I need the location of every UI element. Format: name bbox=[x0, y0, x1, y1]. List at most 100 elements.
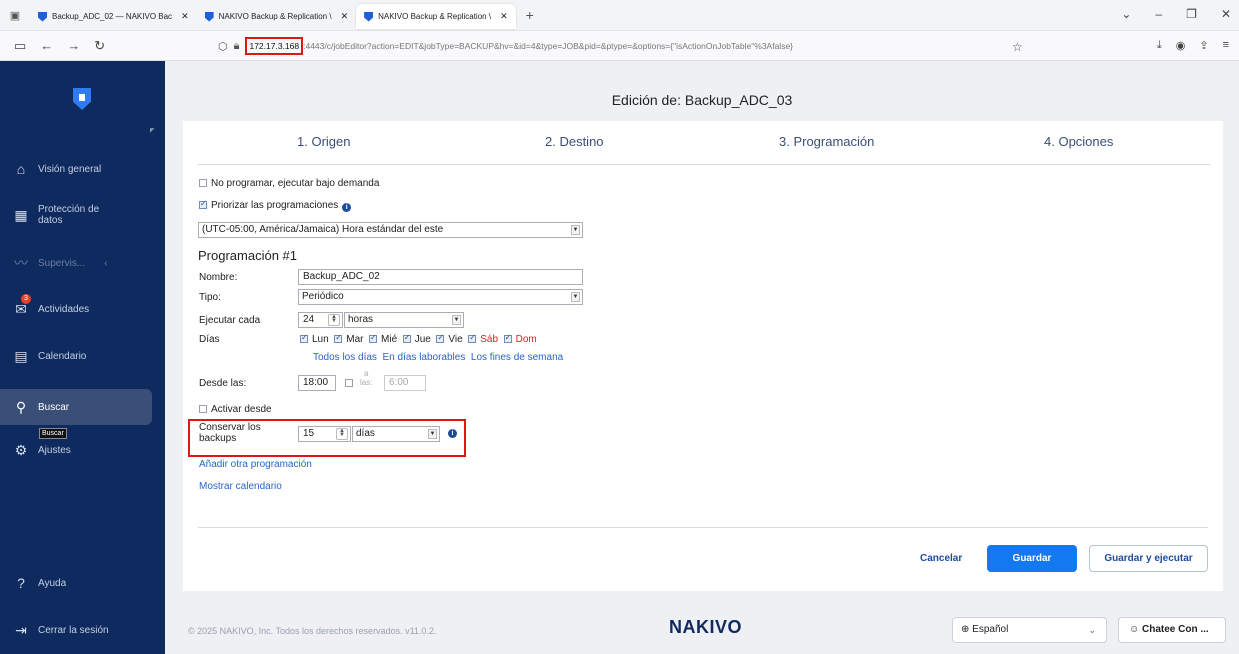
day-option-mon[interactable]: Lun bbox=[300, 333, 329, 345]
chevron-down-icon: ⌄ bbox=[1088, 625, 1096, 635]
lock-icon[interactable]: 🔒︎ bbox=[234, 40, 240, 53]
cancel-button[interactable]: Cancelar bbox=[920, 553, 962, 564]
day-checkbox[interactable] bbox=[468, 333, 477, 343]
extensions-icon[interactable]: ⇪ bbox=[1199, 39, 1208, 52]
page-title: Edición de: Backup_ADC_03 bbox=[611, 92, 793, 108]
stepper-arrows-icon[interactable]: ▲ ▼ bbox=[328, 314, 340, 326]
url-host: 172.17.3.168 bbox=[245, 37, 304, 55]
to-time-checkbox[interactable] bbox=[345, 379, 353, 387]
language-select[interactable]: ⊕ Español ⌄ bbox=[952, 617, 1107, 643]
address-bar[interactable]: ⬡ 🔒︎ 172.17.3.168 :4443/c/jobEditor?acti… bbox=[218, 35, 1018, 57]
no-schedule-option[interactable]: No programar, ejecutar bajo demanda bbox=[199, 178, 379, 189]
close-icon[interactable]: ✕ bbox=[341, 11, 349, 22]
day-option-thu[interactable]: Jue bbox=[402, 333, 431, 345]
sidebar-item-label: Actividades bbox=[38, 303, 90, 315]
sidebar-item-overview[interactable]: ⌂ Visión general bbox=[0, 154, 152, 184]
step-source[interactable]: 1. Origen bbox=[297, 134, 350, 149]
close-icon[interactable]: ✕ bbox=[500, 11, 508, 22]
workdays-link[interactable]: En días laborables bbox=[383, 352, 466, 363]
from-time-field[interactable]: 18:00 bbox=[298, 375, 336, 391]
close-window-icon[interactable]: ✕ bbox=[1221, 7, 1231, 21]
schedule-name-field[interactable]: Backup_ADC_02 bbox=[298, 269, 583, 285]
info-icon[interactable]: i bbox=[342, 203, 352, 212]
day-checkbox[interactable] bbox=[300, 333, 308, 343]
chevron-down-icon[interactable]: ⌄ bbox=[1121, 7, 1131, 21]
day-checkbox[interactable] bbox=[436, 333, 445, 343]
sidebar-item-calendar[interactable]: ▤ Calendario bbox=[0, 341, 152, 371]
weekends-link[interactable]: Los fines de semana bbox=[471, 352, 563, 363]
sidebar-item-settings[interactable]: ⚙ Ajustes bbox=[0, 435, 152, 465]
prioritize-checkbox[interactable] bbox=[199, 199, 207, 209]
shield-icon[interactable]: ⬡ bbox=[218, 40, 228, 53]
nakivo-logo-icon[interactable] bbox=[73, 88, 91, 110]
reload-icon[interactable]: ↻ bbox=[94, 38, 105, 54]
globe-icon: ⊕ bbox=[961, 624, 970, 635]
new-tab-icon[interactable]: + bbox=[526, 7, 534, 23]
run-every-unit-select[interactable]: horas ▼ bbox=[344, 312, 464, 328]
tab-list-icon[interactable]: ▣ bbox=[0, 9, 30, 22]
collapse-sidebar-icon[interactable]: ◤ bbox=[150, 127, 155, 134]
activate-from-label: Activar desde bbox=[211, 404, 272, 415]
sidebar-item-monitoring[interactable]: 〰 Supervis... ‹ bbox=[0, 248, 152, 278]
monitor-icon: 〰 bbox=[14, 255, 28, 271]
forward-icon[interactable]: → bbox=[67, 38, 80, 53]
add-schedule-link[interactable]: Añadir otra programación bbox=[199, 459, 312, 470]
sidebar-item-logout[interactable]: ⇥ Cerrar la sesión bbox=[0, 615, 152, 645]
sidebar-item-activities[interactable]: ✉ 3 Actividades bbox=[0, 293, 152, 324]
chevron-down-icon: ▼ bbox=[452, 315, 461, 325]
save-button[interactable]: Guardar bbox=[987, 545, 1077, 572]
sidebar-item-label: Buscar bbox=[38, 401, 70, 413]
browser-tab-1[interactable]: Backup_ADC_02 — NAKIVO Bac ✕ bbox=[30, 4, 197, 29]
day-checkbox[interactable] bbox=[334, 333, 343, 343]
account-icon[interactable]: ◉ bbox=[1176, 39, 1186, 52]
chevron-down-icon: ▼ bbox=[571, 225, 580, 235]
day-checkbox[interactable] bbox=[369, 333, 378, 343]
all-days-link[interactable]: Todos los días bbox=[313, 352, 377, 363]
chevron-left-icon: ‹ bbox=[104, 257, 108, 269]
chat-button[interactable]: ☺ Chatee Con ... bbox=[1118, 617, 1226, 643]
sidebar-item-label: Ajustes bbox=[38, 444, 71, 456]
notification-badge: 3 bbox=[21, 293, 31, 304]
prioritize-label: Priorizar las programaciones bbox=[211, 200, 339, 211]
sidebar-item-search[interactable]: ⚲ Buscar bbox=[0, 389, 152, 425]
day-option-fri[interactable]: Vie bbox=[436, 333, 463, 345]
sidebar-item-help[interactable]: ? Ayuda bbox=[0, 568, 152, 598]
save-and-run-button[interactable]: Guardar y ejecutar bbox=[1089, 545, 1208, 572]
show-calendar-link[interactable]: Mostrar calendario bbox=[199, 481, 282, 492]
download-icon[interactable]: ⤓ bbox=[1157, 39, 1162, 52]
no-schedule-label: No programar, ejecutar bajo demanda bbox=[211, 178, 380, 189]
timezone-select[interactable]: (UTC-05:00, América/Jamaica) Hora estánd… bbox=[198, 222, 583, 238]
no-schedule-checkbox[interactable] bbox=[199, 179, 207, 187]
activate-from-option[interactable]: Activar desde bbox=[199, 404, 272, 415]
day-option-sat[interactable]: Sáb bbox=[468, 333, 498, 345]
sidebar-item-data-protection[interactable]: ▦ Protección de datos bbox=[0, 200, 152, 230]
grid-icon: ▦ bbox=[14, 206, 28, 223]
day-checkbox[interactable] bbox=[402, 333, 411, 343]
browser-tab-2[interactable]: NAKIVO Backup & Replication \ ✕ bbox=[197, 4, 357, 29]
step-destination[interactable]: 2. Destino bbox=[545, 134, 604, 149]
day-option-tue[interactable]: Mar bbox=[334, 333, 363, 345]
menu-icon[interactable]: ≡ bbox=[1223, 39, 1229, 52]
day-option-sun[interactable]: Dom bbox=[503, 333, 537, 345]
run-every-stepper[interactable]: 24 ▲ ▼ bbox=[298, 312, 343, 328]
step-options[interactable]: 4. Opciones bbox=[1044, 134, 1113, 149]
close-icon[interactable]: ✕ bbox=[181, 11, 189, 22]
bookmark-star-icon[interactable]: ☆ bbox=[1012, 40, 1023, 54]
prioritize-option[interactable]: Priorizar las programacionesi bbox=[199, 199, 352, 212]
minimize-icon[interactable]: – bbox=[1155, 7, 1162, 21]
step-schedule[interactable]: 3. Programación bbox=[779, 134, 874, 149]
sidebar-toggle-icon[interactable]: ▭ bbox=[14, 38, 26, 54]
to-time-field[interactable]: 6:00 bbox=[384, 375, 426, 391]
steps-divider bbox=[198, 164, 1210, 165]
day-option-wed[interactable]: Mié bbox=[369, 333, 397, 345]
activate-from-checkbox[interactable] bbox=[199, 405, 207, 413]
back-icon[interactable]: ← bbox=[40, 38, 53, 53]
chevron-down-icon: ▼ bbox=[571, 292, 580, 302]
schedule-type-select[interactable]: Periódico ▼ bbox=[298, 289, 583, 305]
browser-tab-3[interactable]: NAKIVO Backup & Replication \ ✕ bbox=[356, 4, 516, 29]
day-checkbox[interactable] bbox=[503, 333, 512, 343]
restore-icon[interactable]: ❐ bbox=[1186, 7, 1197, 21]
sidebar-item-label: Calendario bbox=[38, 350, 87, 362]
days-row: Lun Mar Mié Jue Vie Sáb Dom bbox=[300, 333, 537, 345]
tab-title: NAKIVO Backup & Replication \ bbox=[218, 12, 332, 21]
